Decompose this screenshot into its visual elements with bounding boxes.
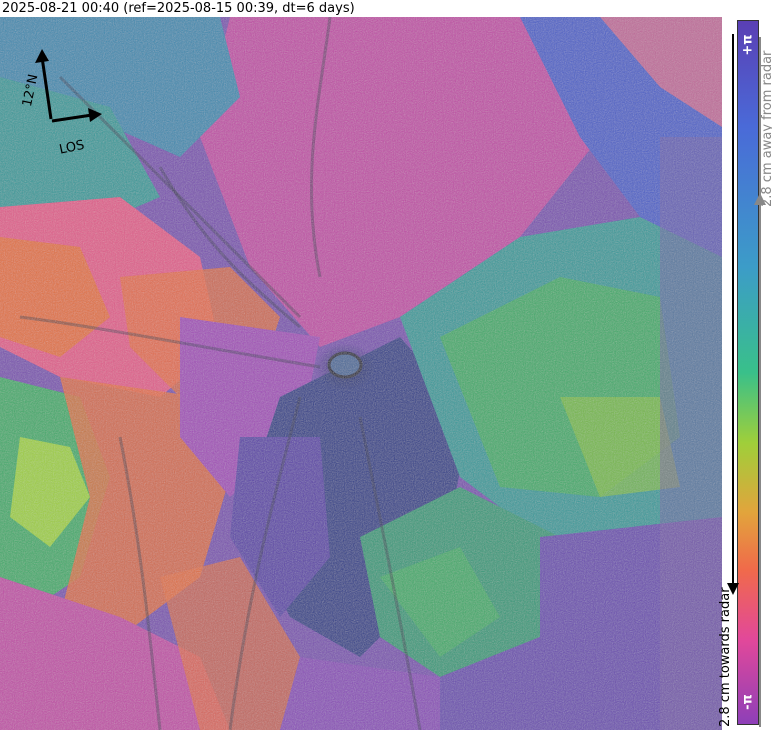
toward-label: 2.8 cm towards radar <box>718 587 733 727</box>
right-edge-noise <box>660 137 722 730</box>
summit-crater <box>327 351 363 379</box>
interferogram-image <box>0 17 722 730</box>
phase-colorbar <box>737 20 759 725</box>
away-label-box: 2.8 cm away from radar <box>760 51 772 207</box>
toward-range-line <box>732 34 734 589</box>
toward-label-box: 2.8 cm towards radar <box>718 587 734 727</box>
colorbar-top-label-box: +π <box>737 25 759 65</box>
image-title: 2025-08-21 00:40 (ref=2025-08-15 00:39, … <box>2 1 355 16</box>
colorbar-panel: +π -π 2.8 cm away from radar 2.8 cm towa… <box>718 17 772 730</box>
colorbar-bottom-label: -π <box>740 694 756 710</box>
interferogram-map[interactable]: 12°N LOS <box>0 17 722 730</box>
colorbar-bottom-label-box: -π <box>737 687 759 717</box>
away-label: 2.8 cm away from radar <box>760 50 772 207</box>
los-arrow-icon <box>51 108 102 123</box>
colorbar-top-label: +π <box>740 34 756 56</box>
